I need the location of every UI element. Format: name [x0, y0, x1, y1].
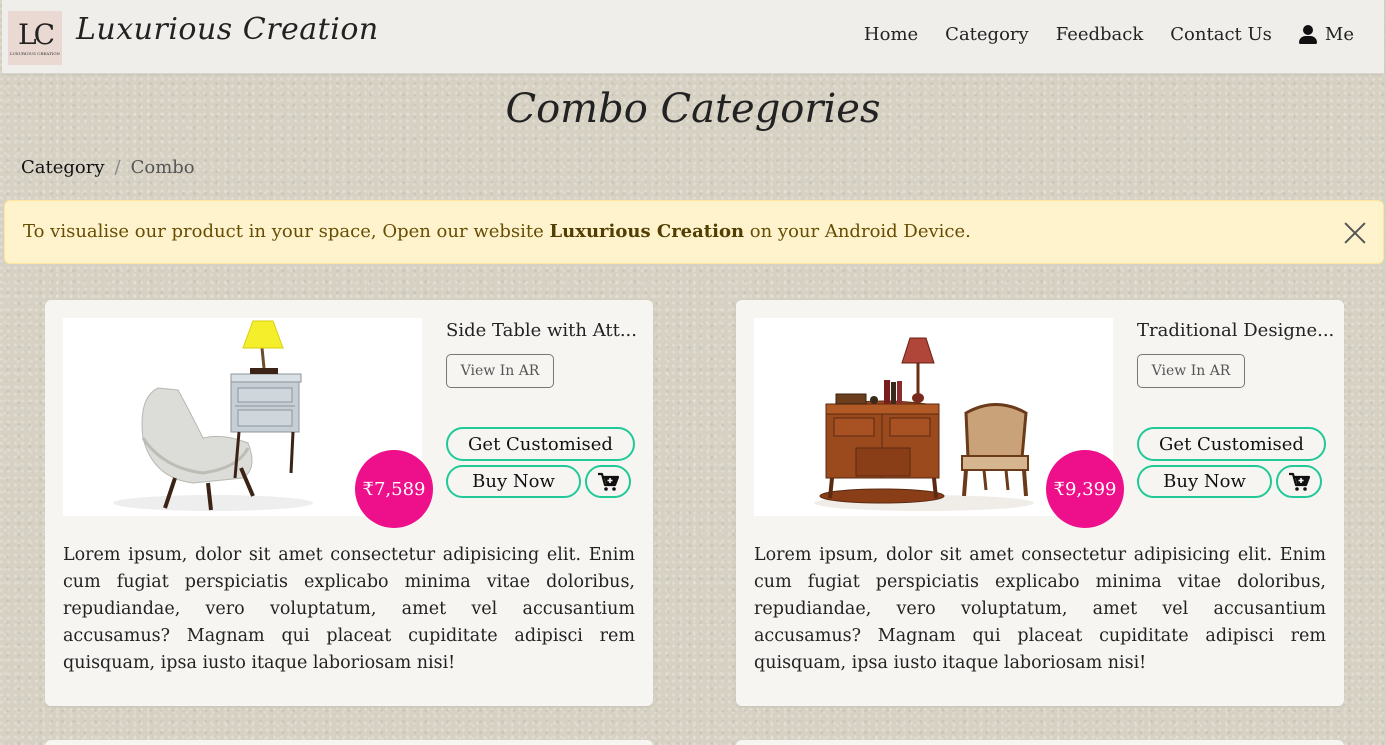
logo-letters: LC	[17, 17, 55, 51]
user-label: Me	[1324, 24, 1354, 45]
product-title[interactable]: Traditional Designe...	[1137, 320, 1334, 341]
breadcrumb-separator: /	[114, 157, 121, 178]
nav-home[interactable]: Home	[864, 24, 918, 45]
logo-subtext: LUXURIOUS CREATION	[10, 50, 60, 56]
nav-user-menu[interactable]: Me	[1298, 24, 1354, 45]
breadcrumb-category[interactable]: Category	[21, 157, 105, 178]
view-in-ar-button[interactable]: View In AR	[446, 354, 554, 388]
price-badge: ₹9,399	[1046, 450, 1124, 528]
price-badge: ₹7,589	[355, 450, 433, 528]
get-customised-button[interactable]: Get Customised	[446, 427, 635, 461]
logo[interactable]: LC LUXURIOUS CREATION	[8, 11, 62, 65]
add-to-cart-button[interactable]	[585, 465, 631, 498]
breadcrumb-current: Combo	[130, 157, 195, 178]
product-description: Lorem ipsum, dolor sit amet consectetur …	[754, 545, 1326, 673]
cart-icon	[598, 472, 619, 491]
nav-links: Home Category Feedback Contact Us Me	[864, 24, 1354, 45]
product-card-next	[45, 740, 653, 745]
nav-feedback[interactable]: Feedback	[1056, 24, 1144, 45]
get-customised-button[interactable]: Get Customised	[1137, 427, 1326, 461]
navbar: LC LUXURIOUS CREATION Luxurious Creation…	[2, 0, 1384, 74]
buy-now-button[interactable]: Buy Now	[1137, 465, 1272, 498]
page-title: Combo Categories	[505, 86, 881, 132]
product-description: Lorem ipsum, dolor sit amet consectetur …	[63, 545, 635, 673]
alert-text-before: To visualise our product in your space, …	[23, 221, 550, 242]
buy-now-button[interactable]: Buy Now	[446, 465, 581, 498]
ar-info-alert: To visualise our product in your space, …	[4, 200, 1384, 264]
alert-text-after: on your Android Device.	[744, 221, 971, 242]
product-card: ₹9,399 Traditional Designe... View In AR…	[736, 300, 1344, 706]
user-icon	[1298, 24, 1317, 45]
nav-category[interactable]: Category	[945, 24, 1029, 45]
breadcrumb: Category / Combo	[21, 157, 195, 178]
product-card: ₹7,589 Side Table with Att... View In AR…	[45, 300, 653, 706]
brand-name[interactable]: Luxurious Creation	[76, 12, 379, 47]
add-to-cart-button[interactable]	[1276, 465, 1322, 498]
view-in-ar-button[interactable]: View In AR	[1137, 354, 1245, 388]
nav-contact-us[interactable]: Contact Us	[1170, 24, 1272, 45]
product-card-next	[736, 740, 1344, 745]
alert-brand: Luxurious Creation	[549, 221, 745, 242]
cart-icon	[1289, 472, 1310, 491]
product-title[interactable]: Side Table with Att...	[446, 320, 637, 341]
close-icon[interactable]	[1343, 221, 1367, 245]
